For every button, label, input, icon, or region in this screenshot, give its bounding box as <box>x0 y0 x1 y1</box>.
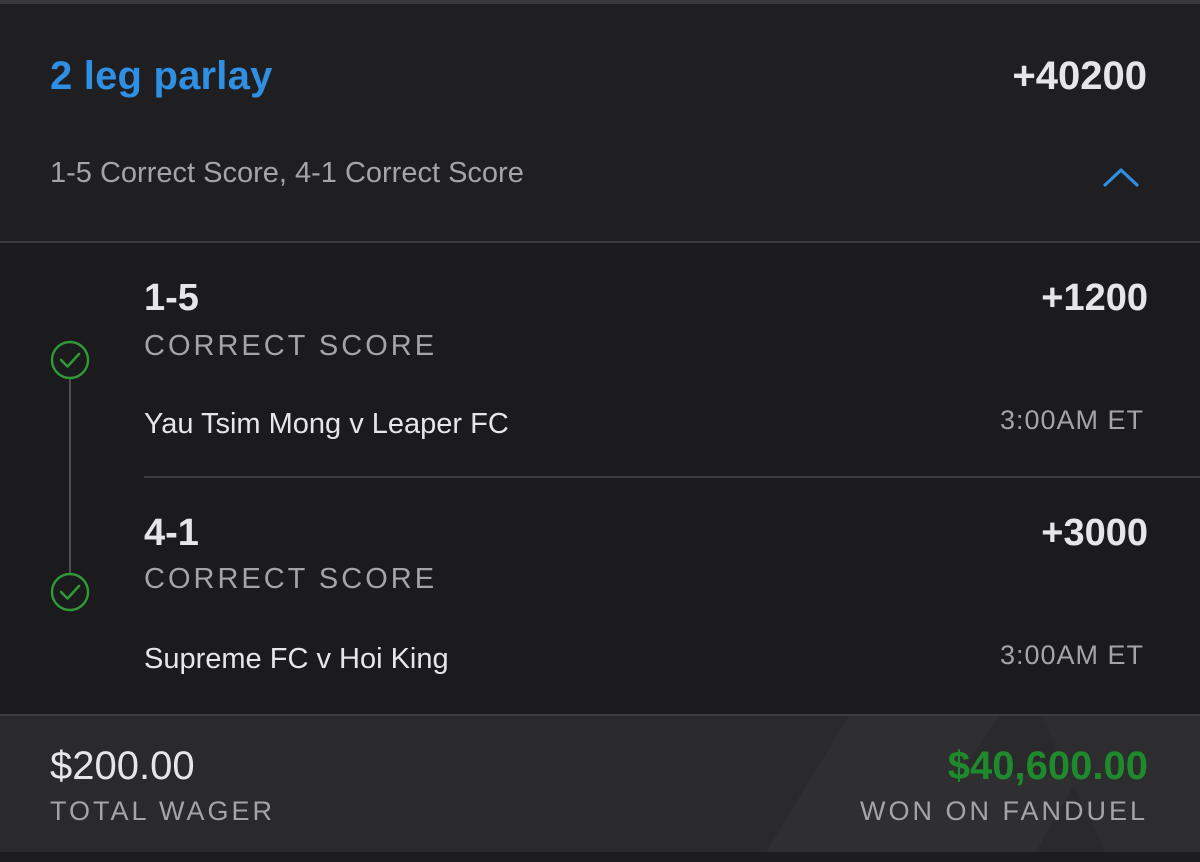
bottom-border <box>0 852 1200 862</box>
leg-1-market: CORRECT SCORE <box>144 330 438 362</box>
collapse-button[interactable] <box>1098 154 1144 200</box>
check-circle-icon <box>50 572 90 612</box>
check-circle-icon <box>50 340 90 380</box>
parlay-summary: 1-5 Correct Score, 4-1 Correct Score <box>50 157 524 189</box>
total-wager-amount: $200.00 <box>50 744 195 788</box>
won-amount: $40,600.00 <box>947 744 1148 788</box>
parlay-title: 2 leg parlay <box>50 54 273 98</box>
leg-2-time: 3:00AM ET <box>999 640 1144 670</box>
leg-1-time: 3:00AM ET <box>999 405 1144 435</box>
leg-1-score: 1-5 <box>144 277 199 319</box>
parlay-odds: +40200 <box>1012 54 1147 98</box>
total-wager-label: TOTAL WAGER <box>50 796 276 826</box>
leg-2-score: 4-1 <box>144 512 199 554</box>
footer-divider <box>0 714 1200 716</box>
chevron-up-icon <box>1103 168 1139 187</box>
parlay-header[interactable]: 2 leg parlay +40200 1-5 Correct Score, 4… <box>0 4 1200 242</box>
leg-2-odds: +3000 <box>1041 512 1148 554</box>
leg-1-odds: +1200 <box>1041 277 1148 319</box>
won-label: WON ON FANDUEL <box>859 796 1148 826</box>
leg-1-match: Yau Tsim Mong v Leaper FC <box>144 408 509 440</box>
bet-footer: $200.00 TOTAL WAGER $40,600.00 WON ON FA… <box>0 714 1200 862</box>
leg-divider <box>144 476 1200 478</box>
leg-2-market: CORRECT SCORE <box>144 563 438 595</box>
leg-timeline <box>69 372 71 578</box>
leg-2-match: Supreme FC v Hoi King <box>144 643 449 675</box>
